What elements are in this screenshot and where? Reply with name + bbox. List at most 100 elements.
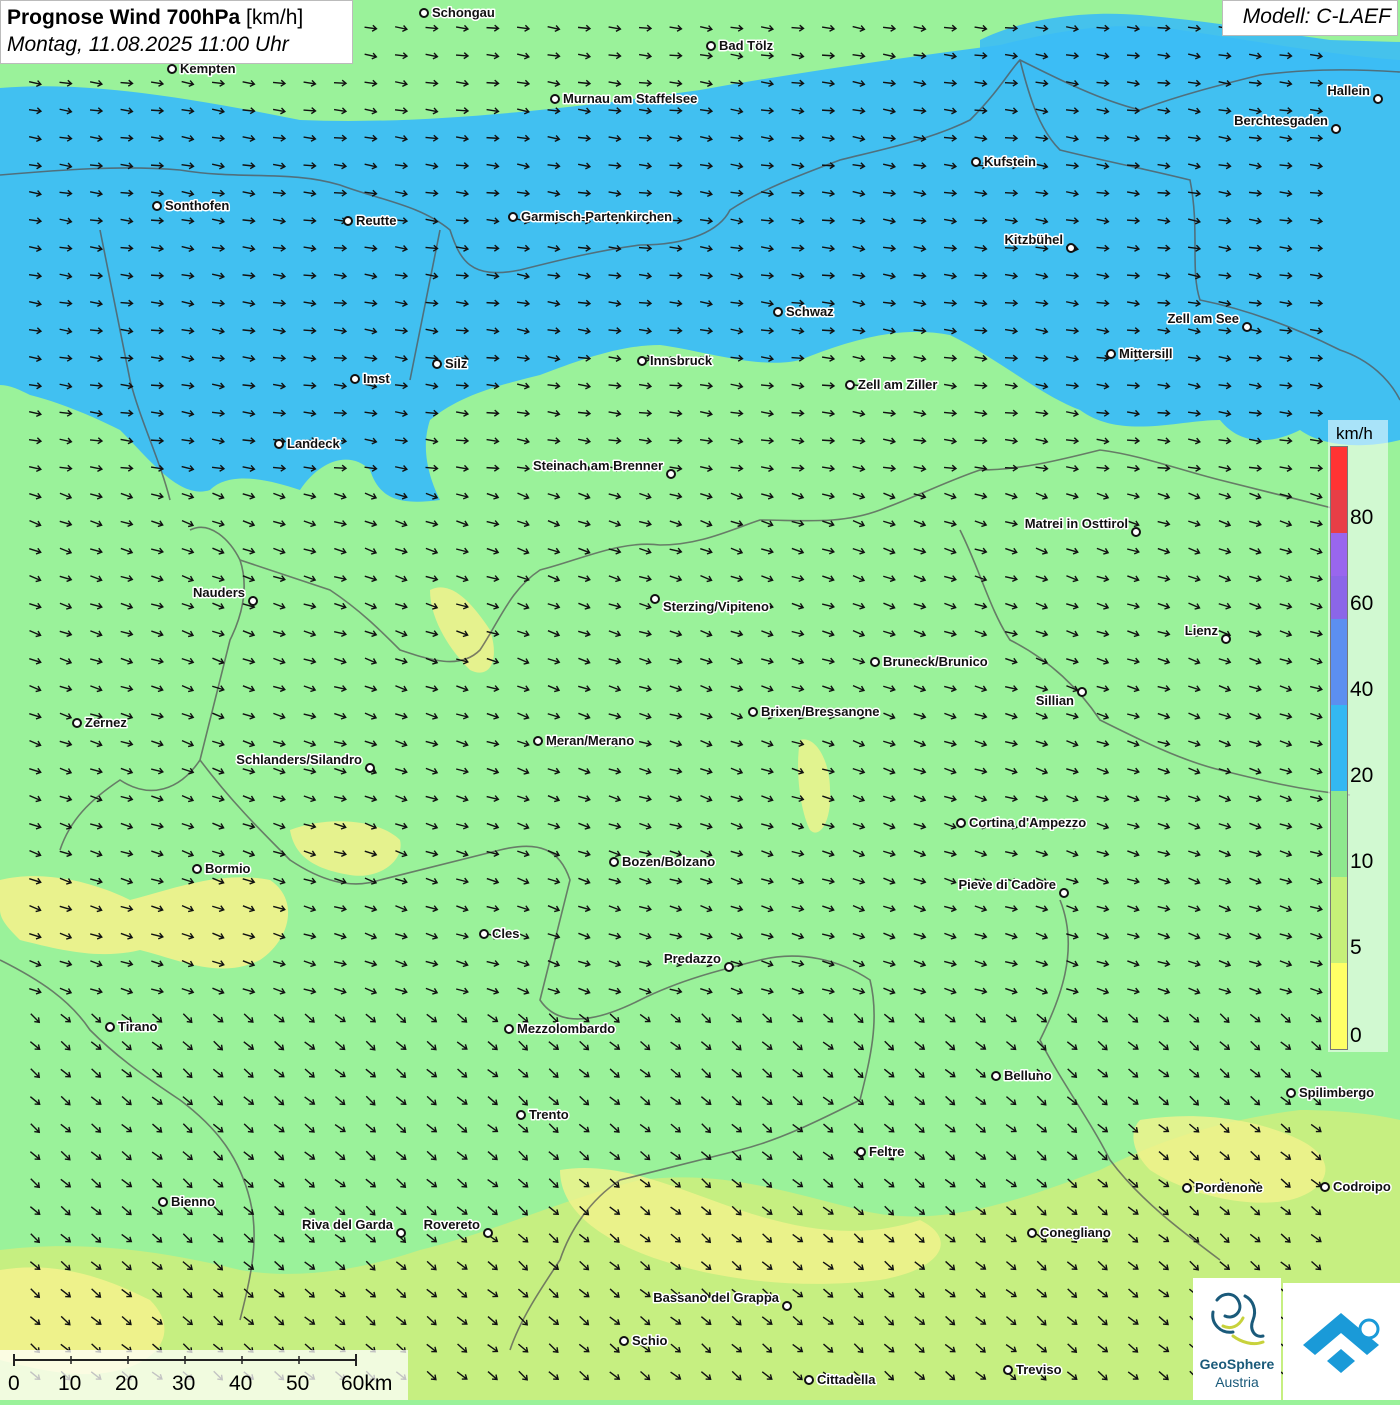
city-label: Bruneck/Brunico bbox=[883, 654, 988, 669]
legend-segment-90 bbox=[1331, 447, 1347, 490]
city-dot bbox=[396, 1228, 406, 1238]
city-label: Schio bbox=[632, 1333, 667, 1348]
city-label: Feltre bbox=[869, 1144, 904, 1159]
legend-label-40: 40 bbox=[1350, 678, 1374, 701]
city-dot bbox=[72, 718, 82, 728]
city-murnau-am-staffelsee: Murnau am Staffelsee bbox=[550, 90, 699, 108]
city-label: Brixen/Bressanone bbox=[761, 704, 880, 719]
city-label: Predazzo bbox=[664, 951, 721, 966]
scale-label-40: 40 bbox=[229, 1372, 253, 1395]
legend-label-20: 20 bbox=[1350, 764, 1374, 787]
city-label: Kitzbühel bbox=[1005, 232, 1064, 247]
city-label: Zernez bbox=[85, 715, 127, 730]
city-dot bbox=[152, 201, 162, 211]
city-label: Trento bbox=[529, 1107, 569, 1122]
city-dot bbox=[845, 380, 855, 390]
city-dot bbox=[1027, 1228, 1037, 1238]
city-bozen-bolzano: Bozen/Bolzano bbox=[609, 853, 717, 871]
city-dot bbox=[1066, 243, 1076, 253]
city-label: Conegliano bbox=[1040, 1225, 1111, 1240]
city-label: Sterzing/Vipiteno bbox=[663, 599, 769, 614]
city-dot bbox=[773, 307, 783, 317]
city-label: Matrei in Osttirol bbox=[1025, 516, 1128, 531]
city-label: Pordenone bbox=[1195, 1180, 1263, 1195]
city-label: Zell am See bbox=[1167, 311, 1239, 326]
city-label: Bienno bbox=[171, 1194, 215, 1209]
city-dot bbox=[504, 1024, 514, 1034]
city-dot bbox=[1106, 349, 1116, 359]
legend-segment-7 bbox=[1331, 877, 1347, 920]
city-dot bbox=[248, 596, 258, 606]
city-dot bbox=[650, 594, 660, 604]
city-dot bbox=[1320, 1182, 1330, 1192]
forecast-time: Montag, 11.08.2025 11:00 Uhr bbox=[7, 33, 289, 56]
geosphere-logo: GeoSphere Austria bbox=[1193, 1278, 1281, 1400]
city-dot bbox=[365, 763, 375, 773]
weather-app-logo bbox=[1283, 1283, 1400, 1400]
city-brixen-bressanone: Brixen/Bressanone bbox=[748, 703, 881, 721]
cloud-arrow-icon bbox=[1303, 1313, 1380, 1373]
geosphere-name: GeoSphere bbox=[1199, 1356, 1275, 1372]
scale-label-10: 10 bbox=[58, 1372, 82, 1395]
city-dot bbox=[1003, 1365, 1013, 1375]
city-label: Rovereto bbox=[424, 1217, 480, 1232]
city-label: Schlanders/Silandro bbox=[236, 752, 362, 767]
city-dot bbox=[516, 1110, 526, 1120]
city-dot bbox=[1221, 634, 1231, 644]
legend-segment-70 bbox=[1331, 533, 1347, 576]
city-dot bbox=[1242, 322, 1252, 332]
city-label: Hallein bbox=[1327, 83, 1370, 98]
legend-label-60: 60 bbox=[1350, 592, 1374, 615]
geosphere-emblem-icon bbox=[1211, 1292, 1265, 1346]
legend-label-10: 10 bbox=[1350, 850, 1374, 873]
city-spilimbergo: Spilimbergo bbox=[1286, 1084, 1376, 1102]
city-dot bbox=[167, 64, 177, 74]
city-label: Innsbruck bbox=[650, 353, 713, 368]
city-dot bbox=[804, 1375, 814, 1385]
city-label: Belluno bbox=[1004, 1068, 1052, 1083]
city-dot bbox=[479, 929, 489, 939]
city-label: Sonthofen bbox=[165, 198, 229, 213]
city-label: Mezzolombardo bbox=[517, 1021, 615, 1036]
city-mezzolombardo: Mezzolombardo bbox=[504, 1020, 617, 1038]
city-label: Spilimbergo bbox=[1299, 1085, 1374, 1100]
city-label: Lienz bbox=[1185, 623, 1219, 638]
city-cortina-d-ampezzo: Cortina d'Ampezzo bbox=[956, 814, 1088, 832]
scale-label-20: 20 bbox=[115, 1372, 139, 1395]
city-dot bbox=[619, 1336, 629, 1346]
legend-label-80: 80 bbox=[1350, 506, 1374, 529]
city-dot bbox=[666, 469, 676, 479]
legend-label-5: 5 bbox=[1350, 936, 1362, 959]
city-label: Codroipo bbox=[1333, 1179, 1391, 1194]
city-dot bbox=[748, 707, 758, 717]
city-conegliano: Conegliano bbox=[1027, 1224, 1112, 1242]
scale-bar: 0 10 20 30 40 50 60km bbox=[0, 1350, 408, 1400]
city-label: Meran/Merano bbox=[546, 733, 634, 748]
city-bruneck-brunico: Bruneck/Brunico bbox=[870, 653, 989, 671]
legend-segment-40 bbox=[1331, 662, 1347, 705]
city-dot bbox=[637, 356, 647, 366]
city-label: Bassano del Grappa bbox=[653, 1290, 779, 1305]
city-dot bbox=[991, 1071, 1001, 1081]
city-zell-am-ziller: Zell am Ziller bbox=[845, 376, 939, 394]
map-title-unit: [km/h] bbox=[246, 6, 304, 29]
city-dot bbox=[432, 359, 442, 369]
city-label: Schwaz bbox=[786, 304, 834, 319]
city-dot bbox=[274, 439, 284, 449]
city-dot bbox=[1373, 94, 1383, 104]
legend-segment-80 bbox=[1331, 490, 1347, 533]
city-dot bbox=[343, 216, 353, 226]
city-label: Sillian bbox=[1036, 693, 1074, 708]
city-dot bbox=[1131, 527, 1141, 537]
city-label: Tirano bbox=[118, 1019, 158, 1034]
city-label: Riva del Garda bbox=[302, 1217, 394, 1232]
wind-forecast-map: SchongauBad TölzKemptenHalleinMurnau am … bbox=[0, 0, 1400, 1400]
city-schongau: Schongau bbox=[419, 4, 496, 22]
city-label: Zell am Ziller bbox=[858, 377, 937, 392]
city-dot bbox=[856, 1147, 866, 1157]
model-label: Modell: C-LAEF bbox=[1222, 0, 1398, 36]
city-label: Pieve di Cadore bbox=[958, 877, 1056, 892]
city-label: Bormio bbox=[205, 861, 251, 876]
city-sonthofen: Sonthofen bbox=[152, 197, 231, 215]
legend-segment-30 bbox=[1331, 705, 1347, 748]
